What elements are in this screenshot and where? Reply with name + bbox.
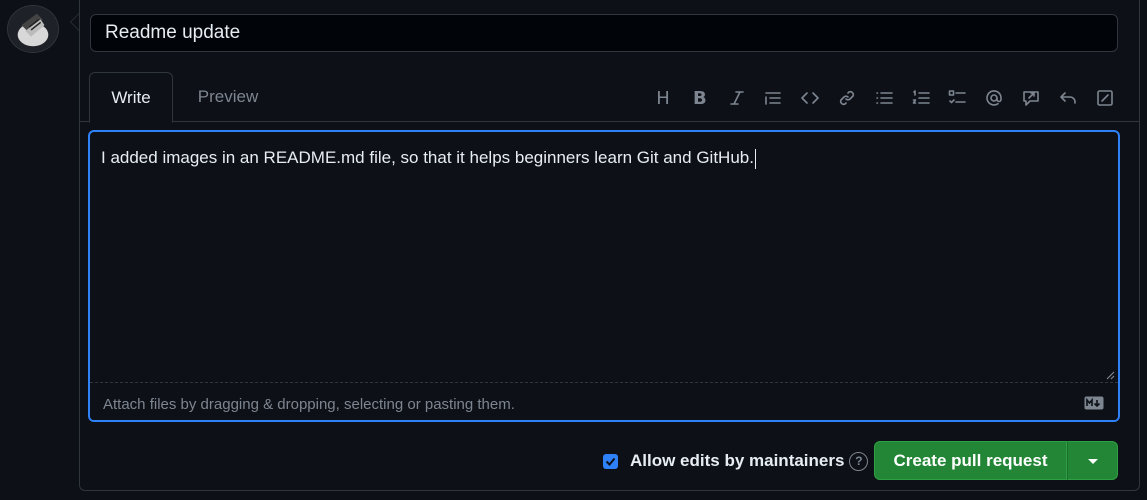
tab-preview[interactable]: Preview bbox=[186, 72, 270, 122]
fullscreen-icon[interactable] bbox=[1086, 86, 1123, 110]
comment-body-text: I added images in an README.md file, so … bbox=[101, 148, 754, 167]
heading-glyph: H bbox=[656, 87, 670, 109]
code-icon[interactable] bbox=[792, 86, 829, 110]
attach-files-hint: Attach files by dragging & dropping, sel… bbox=[103, 396, 515, 413]
markdown-icon[interactable] bbox=[1084, 396, 1104, 410]
allow-edits-checkbox[interactable] bbox=[603, 453, 618, 469]
comment-body-textarea[interactable]: I added images in an README.md file, so … bbox=[101, 148, 756, 169]
ordered-list-icon[interactable] bbox=[902, 86, 939, 110]
bold-glyph: B bbox=[692, 87, 707, 109]
bold-icon[interactable]: B bbox=[681, 86, 718, 110]
text-cursor bbox=[754, 148, 756, 169]
mention-icon[interactable] bbox=[976, 86, 1013, 110]
pr-title-input[interactable] bbox=[90, 14, 1118, 52]
create-pr-dropdown-button[interactable] bbox=[1067, 441, 1118, 480]
create-pull-request-button[interactable]: Create pull request bbox=[874, 441, 1067, 480]
attach-files-area[interactable]: Attach files by dragging & dropping, sel… bbox=[90, 382, 1118, 420]
heading-icon[interactable]: H bbox=[645, 86, 682, 110]
allow-edits-label[interactable]: Allow edits by maintainers bbox=[630, 451, 844, 471]
italic-icon[interactable] bbox=[718, 86, 755, 110]
tab-write[interactable]: Write bbox=[89, 72, 173, 123]
avatar[interactable] bbox=[7, 5, 59, 53]
markdown-toolbar: H B bbox=[645, 86, 1123, 110]
reference-icon[interactable] bbox=[1013, 86, 1050, 110]
checkmark-icon bbox=[605, 457, 616, 466]
panel-caret bbox=[70, 13, 79, 31]
resize-handle-icon[interactable] bbox=[1105, 370, 1115, 380]
undo-icon[interactable] bbox=[1049, 86, 1086, 110]
unordered-list-icon[interactable] bbox=[865, 86, 902, 110]
task-list-icon[interactable] bbox=[939, 86, 976, 110]
quote-icon[interactable] bbox=[755, 86, 792, 110]
create-pr-button-group: Create pull request bbox=[874, 441, 1118, 480]
help-icon[interactable]: ? bbox=[849, 451, 869, 471]
triangle-down-icon bbox=[1087, 458, 1098, 464]
editor-tabbar: Write Preview H B bbox=[80, 72, 1139, 123]
link-icon[interactable] bbox=[829, 86, 866, 110]
allow-edits-option[interactable]: Allow edits by maintainers ? bbox=[603, 451, 869, 471]
comment-editor[interactable]: I added images in an README.md file, so … bbox=[88, 130, 1120, 422]
